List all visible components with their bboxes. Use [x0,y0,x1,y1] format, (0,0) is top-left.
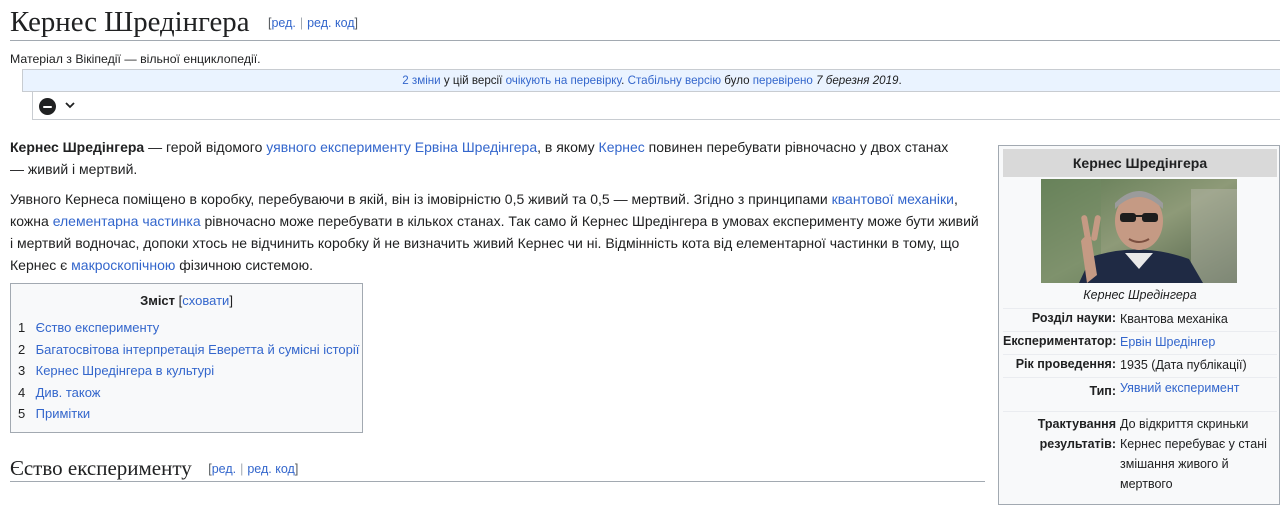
infobox-value: До відкриття скриньки Кернес перебуває у… [1120,417,1267,491]
page-heading: Кернес Шредінгера [ред. | ред. код] [10,3,1280,41]
toc-link[interactable]: Кернес Шредінгера в культурі [36,363,215,378]
toc-title: Зміст [140,293,176,308]
infobox-row: Тип: Уявний експеримент [1003,377,1277,412]
toc-number: 1 [18,320,26,335]
pending-changes-link[interactable]: 2 зміни [402,74,440,87]
title-edit-section: [ред. | ред. код] [267,16,359,30]
toc-link[interactable]: Багатосвітова інтерпретація Еверетта й с… [36,342,360,357]
toc-number: 5 [18,406,26,422]
infobox-row: Експериментатор: Ервін Шредінгер [1003,331,1277,354]
section-title: Єство експерименту [10,456,192,480]
table-of-contents: Зміст [сховати] 1 Єство експерименту 2 Б… [10,283,363,433]
review-date: 7 березня 2019 [816,74,899,87]
edit-link[interactable]: ред. [271,16,295,30]
toc-number: 3 [18,363,26,379]
toc-item[interactable]: 1 Єство експерименту [18,317,362,339]
review-notice: 2 зміни у цій версії очікують на перевір… [22,69,1280,92]
review-details-bar [32,92,1280,120]
infobox-caption: Кернес Шредінгера [1083,288,1197,302]
toc-item[interactable]: 4 Див. також [18,382,362,404]
checked-link[interactable]: перевірено [753,74,813,87]
intro-text: , в якому [537,139,599,155]
article-content: Кернес Шредінгера — герой відомого уявно… [10,136,985,284]
infobox-row: Рік проведення: 1935 (Дата публікації) [1003,354,1277,377]
site-subtitle: Матеріал з Вікіпедії — вільної енциклопе… [10,52,261,66]
infobox-row: Розділ науки: Квантова механіка [1003,308,1277,331]
toc-header: Зміст [сховати] [140,293,233,308]
macroscopic-link[interactable]: макроскопічною [71,257,175,273]
infobox-label: Трактування результатів: [1037,417,1116,451]
stable-version-link[interactable]: Стабільну версію [628,74,721,87]
thought-experiment-link[interactable]: уявного експерименту [266,139,411,155]
section-heading: Єство експерименту [ред. | ред. код] [10,455,985,482]
infobox: Кернес Шредінгера Кернес Шредінгера Розд… [998,145,1280,505]
portrait-image [1041,179,1237,283]
section-edit-section: [ред. | ред. код] [208,462,299,476]
body-text: Уявного Кернеса поміщено в коробку, пере… [10,191,832,207]
body-text: фізичною системою. [175,257,313,273]
toc-item[interactable]: 3 Кернес Шредінгера в культурі [18,360,362,382]
infobox-label: Рік проведення: [1015,357,1116,371]
section-edit-link[interactable]: ред. [212,462,236,476]
experimenter-link[interactable]: Ервін Шредінгер [1120,332,1275,352]
review-text-in-version: у цій версії [443,74,503,87]
infobox-value: 1935 (Дата публікації) [1120,358,1247,372]
toc-link[interactable]: Єство експерименту [36,320,160,335]
infobox-title: Кернес Шредінгера [1003,149,1277,177]
toc-link[interactable]: Примітки [36,406,91,421]
pending-review-link[interactable]: очікують на перевірку [506,74,622,87]
infobox-value: Квантова механіка [1120,312,1228,326]
infobox-label: Тип: [1089,384,1116,398]
section-edit-source-link[interactable]: ред. код [247,462,294,476]
experiment-type-link[interactable]: Уявний експеримент [1120,378,1275,398]
intro-bold-title: Кернес Шредінгера [10,139,145,155]
quantum-mechanics-link[interactable]: квантової механіки [832,191,954,207]
elementary-particle-link[interactable]: елементарна частинка [53,213,201,229]
body-paragraph: Уявного Кернеса поміщено в коробку, пере… [10,188,985,276]
toc-link[interactable]: Див. також [36,385,101,400]
toc-item[interactable]: 5 Примітки [18,403,362,425]
infobox-row: Трактування результатів: До відкриття ск… [1003,411,1277,507]
infobox-image[interactable] [1041,179,1237,283]
infobox-label: Експериментатор: [1003,334,1117,348]
toc-hide-toggle[interactable]: сховати [182,293,229,308]
page-title: Кернес Шредінгера [10,6,250,38]
toc-list: 1 Єство експерименту 2 Багатосвітова інт… [11,317,362,425]
chevron-down-icon[interactable] [64,99,76,111]
schrodinger-link[interactable]: Ервіна Шредінгера [415,139,537,155]
intro-text: — герой відомого [144,139,267,155]
toc-number: 2 [18,341,26,357]
infobox-label: Розділ науки: [1031,311,1116,325]
edit-source-link[interactable]: ред. код [307,16,354,30]
toc-item[interactable]: 2 Багатосвітова інтерпретація Еверетта й… [18,339,362,361]
minus-circle-icon[interactable] [39,98,56,115]
toc-number: 4 [18,384,26,400]
kernes-link[interactable]: Кернес [599,139,645,155]
intro-paragraph: Кернес Шредінгера — герой відомого уявно… [10,136,955,180]
review-text-was: було [724,74,750,87]
